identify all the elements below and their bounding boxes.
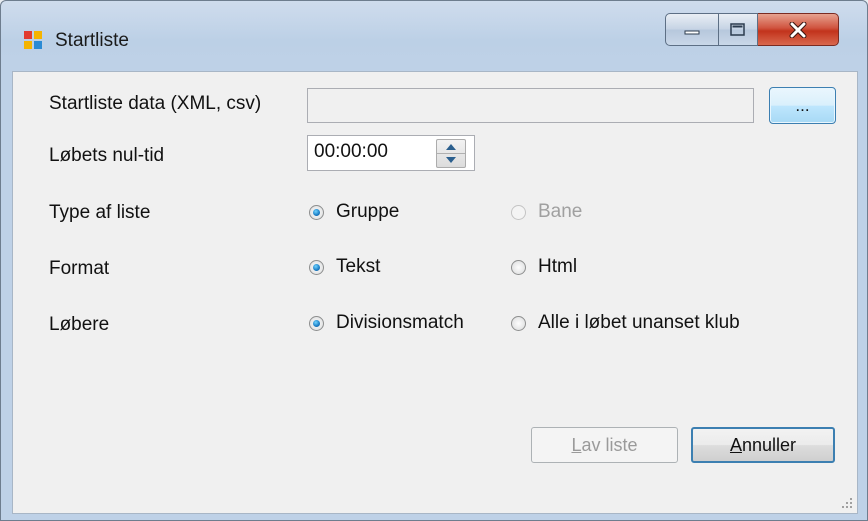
minimize-button[interactable]: [665, 13, 719, 46]
radio-html-label: Html: [538, 256, 578, 277]
spinner-buttons: [436, 139, 466, 168]
format-label: Format: [49, 258, 110, 279]
dialog-client-area: Startliste data (XML, csv) ... Løbets nu…: [12, 71, 858, 514]
radio-alle-label: Alle i løbet unanset klub: [538, 312, 740, 333]
radio-indicator: [309, 315, 324, 331]
close-icon: [789, 21, 807, 38]
radio-alle[interactable]: Alle i løbet unanset klub: [511, 312, 740, 334]
radio-divisionsmatch[interactable]: Divisionsmatch: [309, 312, 464, 334]
create-list-label: Lav liste: [571, 435, 637, 456]
cancel-label: Annuller: [730, 435, 796, 456]
radio-tekst[interactable]: Tekst: [309, 256, 380, 278]
browse-button-label: ...: [795, 95, 810, 115]
resize-grip-icon[interactable]: [841, 497, 853, 509]
runners-label: Løbere: [49, 314, 110, 335]
radio-indicator: [511, 315, 526, 331]
radio-gruppe[interactable]: Gruppe: [309, 201, 399, 223]
radio-tekst-label: Tekst: [336, 256, 381, 277]
maximize-button[interactable]: [719, 13, 758, 46]
close-button[interactable]: [758, 13, 839, 46]
radio-gruppe-label: Gruppe: [336, 201, 400, 222]
zero-time-spinner[interactable]: 00:00:00: [307, 135, 475, 171]
zero-time-label: Løbets nul-tid: [49, 145, 165, 166]
radio-indicator: [511, 259, 526, 275]
create-list-button[interactable]: Lav liste: [531, 427, 678, 463]
list-type-label: Type af liste: [49, 202, 151, 223]
radio-bane[interactable]: Bane: [511, 201, 582, 223]
maximize-icon: [730, 22, 745, 36]
window-title: Startliste: [55, 30, 129, 51]
radio-indicator: [511, 204, 526, 220]
create-label-rest: av liste: [581, 434, 638, 455]
browse-button[interactable]: ...: [769, 87, 836, 124]
radio-indicator: [309, 259, 324, 275]
cancel-button[interactable]: Annuller: [691, 427, 835, 463]
radio-indicator: [309, 204, 324, 220]
data-file-input[interactable]: [307, 88, 754, 123]
window-controls: [665, 13, 839, 46]
data-file-label: Startliste data (XML, csv): [49, 93, 262, 114]
cancel-mnemonic: A: [729, 434, 742, 455]
zero-time-value[interactable]: 00:00:00: [314, 141, 388, 163]
startliste-window: Startliste Startliste data (XML, csv) ..…: [0, 0, 868, 521]
app-icon: [24, 31, 42, 49]
arrow-down-icon: [446, 156, 456, 163]
radio-divisionsmatch-label: Divisionsmatch: [336, 312, 464, 333]
minimize-icon: [684, 30, 700, 34]
radio-html[interactable]: Html: [511, 256, 577, 278]
arrow-up-icon: [446, 143, 456, 150]
title-bar[interactable]: Startliste: [1, 1, 867, 57]
radio-bane-label: Bane: [538, 201, 583, 222]
cancel-label-rest: nnuller: [741, 434, 797, 455]
spin-up-button[interactable]: [437, 140, 465, 154]
spin-down-button[interactable]: [437, 153, 465, 166]
create-mnemonic: L: [571, 434, 582, 455]
